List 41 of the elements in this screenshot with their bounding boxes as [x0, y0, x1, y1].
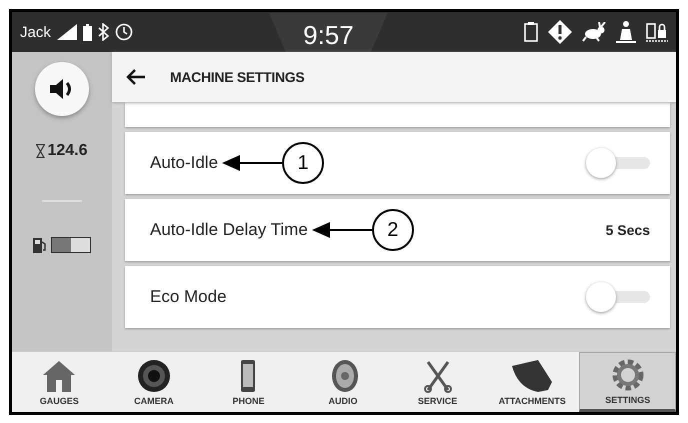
gear-icon — [610, 357, 646, 393]
nav-tab[interactable]: PHONE — [201, 352, 296, 412]
volume-button[interactable] — [35, 62, 89, 116]
fuel-pump-icon — [33, 237, 47, 253]
setting-label: Eco Mode — [150, 287, 227, 307]
clipboard-icon — [524, 22, 538, 42]
setting-label: Auto-Idle Delay Time — [150, 220, 308, 240]
nav-tab[interactable]: GAUGES — [12, 352, 107, 412]
warning-icon — [548, 20, 572, 44]
toggle-switch[interactable] — [586, 148, 650, 178]
callout-arrow — [312, 221, 372, 239]
toggle-switch[interactable] — [586, 282, 650, 312]
camera-lens-icon — [136, 358, 172, 394]
clock-icon — [114, 23, 133, 41]
hourglass-icon — [36, 144, 46, 158]
nav-tab[interactable]: ATTACHMENTS — [484, 352, 580, 412]
signal-icon — [56, 24, 77, 40]
nav-tab[interactable]: AUDIO — [296, 352, 390, 412]
seated-person-icon — [616, 21, 636, 43]
callout-arrow — [222, 154, 282, 172]
battery-icon — [82, 24, 92, 40]
setting-row[interactable]: Eco Mode — [125, 266, 670, 328]
bluetooth-icon — [98, 23, 109, 41]
setting-row[interactable]: Auto-Idle 1 — [125, 132, 670, 194]
setting-value: 5 Secs — [606, 222, 650, 238]
house-icon — [41, 358, 78, 394]
engine-hours: 124.6 — [47, 142, 88, 160]
callout-number: 2 — [372, 209, 414, 251]
page-title: MACHINE SETTINGS — [170, 69, 304, 85]
back-arrow-icon — [126, 69, 146, 85]
setting-label: Auto-Idle — [150, 153, 218, 173]
nav-tab[interactable]: SERVICE — [390, 352, 485, 412]
nav-tab[interactable]: SETTINGS — [579, 352, 676, 412]
back-button[interactable] — [126, 69, 146, 85]
setting-row-partial[interactable] — [125, 102, 670, 127]
rabbit-icon — [582, 22, 606, 42]
nav-tab[interactable]: CAMERA — [106, 352, 202, 412]
setting-row[interactable]: Auto-Idle Delay Time 2 5 Secs — [125, 199, 670, 261]
battery-lock-icon — [646, 21, 668, 43]
user-name: Jack — [20, 24, 51, 40]
callout-number: 1 — [282, 142, 324, 184]
